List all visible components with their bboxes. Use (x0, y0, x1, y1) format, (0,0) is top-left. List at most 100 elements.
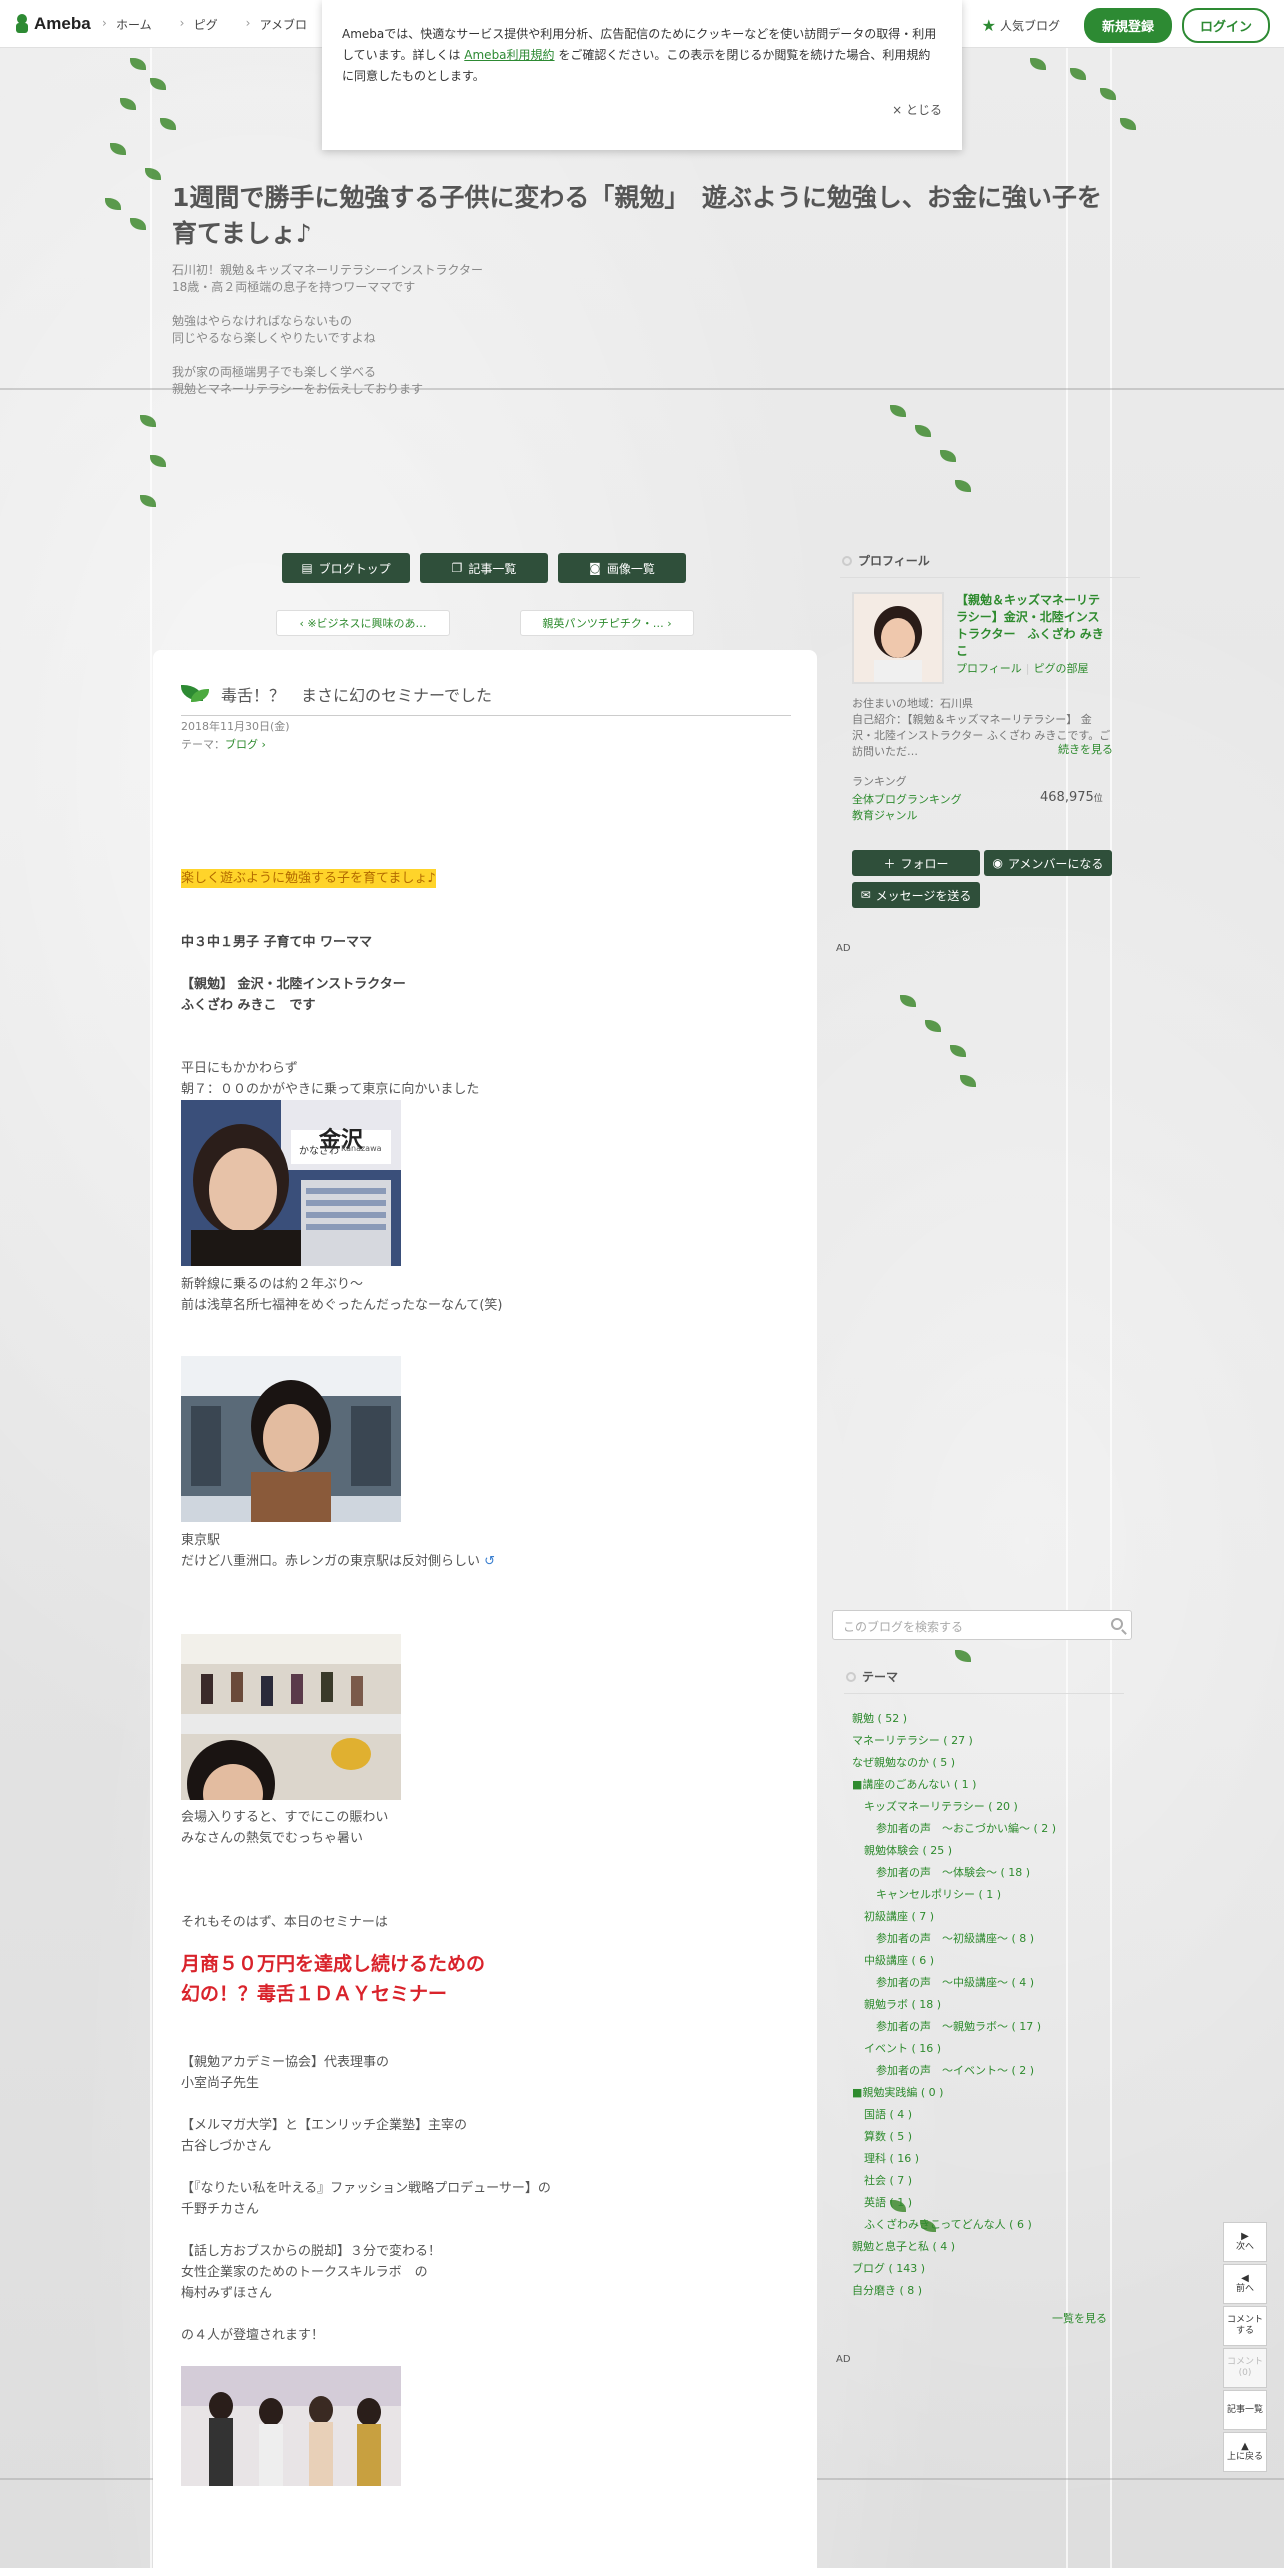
comment-button[interactable]: コメントする (1223, 2306, 1267, 2346)
profile-section-title: プロフィール (840, 552, 1140, 578)
cookie-notice: Amebaでは、快適なサービス提供や利用分析、広告配信のためにクッキーなどを使い… (322, 0, 962, 150)
body-text: 【話し方おブスからの脱却】３分で変わる！ (181, 2244, 442, 2259)
image-list-label: 画像一覧 (606, 561, 655, 576)
signup-button[interactable]: 新規登録 (1083, 8, 1172, 43)
document-icon: ▤ (301, 561, 313, 575)
blog-search-input[interactable]: このブログを検索する (832, 1610, 1132, 1640)
theme-item[interactable]: 参加者の声 ～おこづかい編～ ( 2 ) (876, 1820, 1056, 1836)
article-header: 毒舌！？ まさに幻のセミナーでした (181, 672, 791, 716)
nav-home[interactable]: ホーム (102, 16, 152, 33)
pigg-room-link[interactable]: ピグの部屋 (1034, 662, 1089, 675)
next-button[interactable]: ▶ 次へ (1223, 2222, 1267, 2262)
theme-item[interactable]: 参加者の声 ～イベント～ ( 2 ) (876, 2062, 1034, 2078)
photo-speakers[interactable] (181, 2366, 401, 2486)
member-label: アメンバーになる (1008, 856, 1104, 871)
theme-item[interactable]: 社会 ( 7 ) (864, 2172, 912, 2188)
back-icon: ◀ (1241, 2273, 1249, 2284)
theme-item[interactable]: 参加者の声 ～初級講座～ ( 8 ) (876, 1930, 1034, 1946)
article-list-float-button[interactable]: 記事一覧 (1223, 2390, 1267, 2430)
photo-kanazawa-station[interactable]: 金沢 かなざわ Kanazawa (181, 1100, 401, 1266)
profile-links: プロフィール | ピグの部屋 (956, 662, 1089, 675)
theme-item[interactable]: 参加者の声 〜中級講座〜 ( 4 ) (876, 1974, 1034, 1990)
ameba-logo[interactable]: Ameba (14, 14, 91, 34)
theme-item[interactable]: 国語 ( 4 ) (864, 2106, 912, 2122)
chevron-left-icon: ‹ (299, 616, 308, 630)
theme-item[interactable]: 中級講座 ( 6 ) (864, 1952, 934, 1968)
theme-item[interactable]: 参加者の声 ～体験会～ ( 18 ) (876, 1864, 1030, 1880)
emoji-icon: ↺ (484, 1554, 496, 1569)
follow-button[interactable]: ＋ フォロー (852, 850, 980, 876)
theme-item[interactable]: イベント ( 16 ) (864, 2040, 941, 2056)
see-all-themes-link[interactable]: 一覧を見る (1052, 2310, 1107, 2326)
photo-seminar-hall[interactable] (181, 1634, 401, 1800)
genre-link[interactable]: 教育ジャンル (852, 808, 917, 824)
blog-header: 1週間で勝手に勉強する子供に変わる「親勉」 遊ぶように勉強し、お金に強い子を育て… (172, 180, 1112, 398)
article-date: 2018年11月30日(金) (181, 720, 290, 733)
popular-blogs-label: 人気ブログ (999, 19, 1060, 33)
theme-item[interactable]: 理科 ( 16 ) (864, 2150, 919, 2166)
article-title[interactable]: 毒舌！？ まさに幻のセミナーでした (221, 682, 492, 706)
theme-item[interactable]: キッズマネーリテラシー ( 20 ) (864, 1798, 1018, 1814)
theme-item[interactable]: 親勉ラボ ( 18 ) (864, 1996, 941, 2012)
become-member-button[interactable]: ◉ アメンバーになる (984, 850, 1112, 876)
blog-title[interactable]: 1週間で勝手に勉強する子供に変わる「親勉」 遊ぶように勉強し、お金に強い子を育て… (172, 180, 1112, 252)
theme-item[interactable]: 参加者の声 ～親勉ラボ～ ( 17 ) (876, 2018, 1041, 2034)
prev-button[interactable]: ◀ 前へ (1223, 2264, 1267, 2304)
profile-title-label: プロフィール (858, 554, 930, 568)
body-text: 中３中１男子 子育て中 ワーママ (181, 935, 373, 950)
profile-link[interactable]: プロフィール (956, 662, 1022, 675)
theme-item[interactable]: キャンセルポリシー ( 1 ) (876, 1886, 1001, 1902)
account-area: ★ 人気ブログ 新規登録 ログイン (982, 8, 1270, 43)
nav-ameblo[interactable]: アメブロ (246, 16, 307, 33)
article-list-button[interactable]: ❐ 記事一覧 (420, 553, 548, 583)
theme-item[interactable]: マネーリテラシー ( 27 ) (852, 1732, 973, 1748)
profile-name[interactable]: 【親勉＆キッズマネーリテラシー】金沢・北陸インストラクター ふくざわ みきこ (956, 592, 1106, 660)
ivy-decoration (890, 985, 990, 1095)
body-text: ふくざわ みきこ です (181, 998, 316, 1013)
message-label: メッセージを送る (875, 888, 972, 903)
read-more-link[interactable]: 続きを見る (1058, 742, 1113, 758)
search-placeholder: このブログを検索する (843, 1620, 964, 1634)
theme-item[interactable]: 自分磨き ( 8 ) (852, 2282, 922, 2298)
theme-item[interactable]: 親勉体験会 ( 25 ) (864, 1842, 952, 1858)
theme-item[interactable]: ■親勉実践編 ( 0 ) (852, 2084, 943, 2100)
search-icon[interactable] (1111, 1618, 1123, 1630)
theme-item[interactable]: なぜ親勉なのか ( 5 ) (852, 1754, 955, 1770)
terms-link[interactable]: Ameba利用規約 (464, 48, 554, 62)
ameba-logo-text: Ameba (34, 14, 91, 33)
theme-item[interactable]: 初級講座 ( 7 ) (864, 1908, 934, 1924)
theme-item[interactable]: 親勉と息子と私 ( 4 ) (852, 2238, 955, 2254)
prev-article-label: ※ビジネスに興味のあ… (307, 617, 427, 630)
prev-article-link[interactable]: ‹ ※ビジネスに興味のあ… (276, 610, 450, 636)
theme-item[interactable]: ■講座のごあんない ( 1 ) (852, 1776, 976, 1792)
nav-pigg[interactable]: ピグ (180, 16, 218, 33)
cookie-close-button[interactable]: × とじる (892, 100, 942, 121)
blog-top-button[interactable]: ▤ ブログトップ (282, 553, 410, 583)
photo-tokyo-station[interactable] (181, 1356, 401, 1522)
ranking-all-link[interactable]: 全体ブログランキング (852, 792, 962, 808)
up-arrow-icon: ▲ (1241, 2441, 1249, 2452)
ivy-decoration (1010, 48, 1150, 148)
send-message-button[interactable]: ✉ メッセージを送る (852, 882, 980, 908)
bullet-icon (842, 555, 852, 566)
theme-item[interactable]: 親勉 ( 52 ) (852, 1710, 907, 1726)
theme-item[interactable]: ふくざわみきこってどんな人 ( 6 ) (864, 2216, 1032, 2232)
comment-count[interactable]: コメント(0) (1223, 2348, 1267, 2388)
login-button[interactable]: ログイン (1181, 8, 1270, 43)
location-text: お住まいの地域：石川県 (852, 697, 973, 710)
theme-title-label: テーマ (862, 1670, 899, 1684)
next-label: 次へ (1235, 2242, 1254, 2252)
theme-item[interactable]: ブログ ( 143 ) (852, 2260, 925, 2276)
theme-link[interactable]: ブログ (225, 738, 258, 751)
body-text: 女性企業家のためのトークスキルラボ の (181, 2265, 428, 2280)
image-list-button[interactable]: ◙ 画像一覧 (558, 553, 686, 583)
next-article-link[interactable]: 親英パンツチピチク・… › (520, 610, 694, 636)
theme-item[interactable]: 英語 ( 1 ) (864, 2194, 912, 2210)
highlight-text: 楽しく遊ぶように勉強する子を育てましょ♪ (181, 869, 436, 888)
theme-item[interactable]: 算数 ( 5 ) (864, 2128, 912, 2144)
popular-blogs-link[interactable]: ★ 人気ブログ (982, 16, 1060, 35)
body-text: 新幹線に乗るのは約２年ぶり～ (181, 1277, 364, 1292)
back-to-top-button[interactable]: ▲ 上に戻る (1223, 2432, 1267, 2472)
profile-avatar[interactable] (852, 592, 944, 684)
body-text: だけど八重洲口。赤レンガの東京駅は反対側らしい (181, 1554, 481, 1569)
